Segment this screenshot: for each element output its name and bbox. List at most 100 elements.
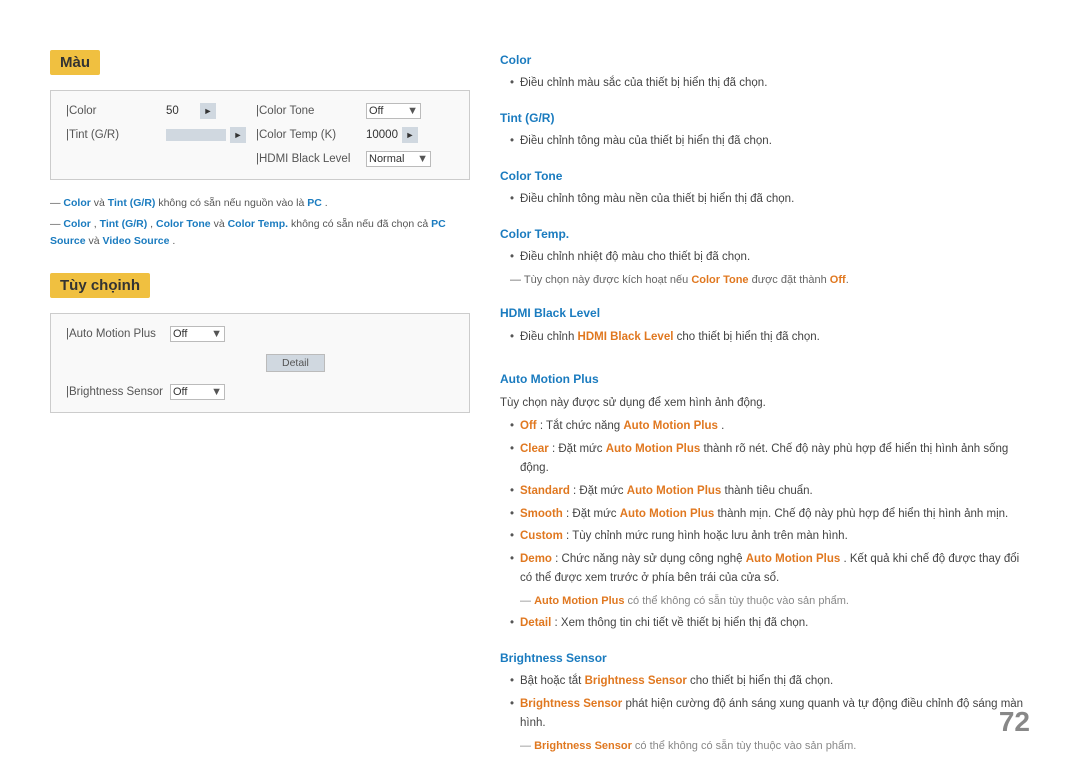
brightness-sensor-arrow: ▼ [211,386,222,398]
note2-color: Color [63,218,90,230]
tint-value-box: ► [166,127,246,143]
tuy-chon-section: Tùy chọinh |Auto Motion Plus Off ▼ Detai… [50,273,470,413]
right-brightness-body: Bật hoặc tắt Brightness Sensor cho thiết… [500,672,1030,755]
note2-temp: Color Temp. [228,218,288,230]
automotion-standard: Standard : Đặt mức Auto Motion Plus thàn… [510,482,1030,502]
tint-bullet: Điều chỉnh tông màu của thiết bị hiển th… [510,132,1030,152]
note2-tone: Color Tone [156,218,211,230]
automotion-off: Off : Tắt chức năng Auto Motion Plus . [510,417,1030,437]
right-hdmi-section: HDMI Black Level Điều chỉnh HDMI Black L… [500,303,1030,347]
mau-section: Màu |Color 50 ► [50,50,470,249]
automotion-clear: Clear : Đặt mức Auto Motion Plus thành r… [510,440,1030,479]
right-color-section: Color Điều chỉnh màu sắc của thiết bị hi… [500,50,1030,94]
tint-row: |Tint (G/R) ► [66,127,246,143]
brightness-list: Bật hoặc tắt Brightness Sensor cho thiết… [500,672,1030,734]
tuy-chon-header: Tùy chọinh [50,273,150,298]
note1-tint: Tint (G/R) [108,197,156,209]
hdmi-black-arrow: ▼ [417,153,428,165]
hdmi-black-row: |HDMI Black Level Normal ▼ [256,151,454,167]
note1-pc: PC [307,197,322,209]
color-tone-row: |Color Tone Off ▼ [256,103,454,119]
right-tint-body: Điều chỉnh tông màu của thiết bị hiển th… [500,132,1030,152]
hdmi-black-value: Normal [369,153,404,165]
hdmi-ref: HDMI Black Level [578,331,674,343]
right-colortemp-title: Color Temp. [500,224,1030,244]
color-tone-dropdown[interactable]: Off ▼ [366,103,421,119]
automotion-list: Off : Tắt chức năng Auto Motion Plus . C… [500,417,1030,588]
mau-notes: — Color và Tint (G/R) không có sẵn nếu n… [50,195,470,249]
automotion-intro: Tùy chọn này được sử dụng để xem hình ản… [500,394,1030,414]
brightness-sensor-row: |Brightness Sensor Off ▼ [66,384,454,400]
color-temp-row: |Color Temp (K) 10000 ► [256,127,454,143]
tuychon-settings-box: |Auto Motion Plus Off ▼ Detail |Brightne… [50,313,470,413]
colortone-ref: Color Tone [691,274,748,286]
colortemp-note: — Tùy chọn này được kích hoạt nếu Color … [500,271,1030,290]
tint-arrow-btn[interactable]: ► [230,127,246,143]
auto-motion-arrow: ▼ [211,328,222,340]
brightness-note: — Brightness Sensor có thể không có sẵn … [500,737,1030,756]
color-arrow-btn[interactable]: ► [200,103,216,119]
color-bullet: Điều chỉnh màu sắc của thiết bị hiển thị… [510,74,1030,94]
brightness-bullet1: Bật hoặc tắt Brightness Sensor cho thiết… [510,672,1030,692]
automotion-smooth: Smooth : Đặt mức Auto Motion Plus thành … [510,505,1030,525]
right-hdmi-title: HDMI Black Level [500,303,1030,323]
color-value-box: 50 ► [166,103,216,119]
right-tint-section: Tint (G/R) Điều chỉnh tông màu của thiết… [500,108,1030,152]
detail-bullet: Detail : Xem thông tin chi tiết về thiết… [510,614,1030,634]
right-hdmi-body: Điều chỉnh HDMI Black Level cho thiết bị… [500,328,1030,348]
color-label: |Color [66,105,166,117]
note2-tint: Tint (G/R) [100,218,148,230]
note-2: — Color , Tint (G/R) , Color Tone và Col… [50,216,470,250]
color-temp-arrow-btn[interactable]: ► [402,127,418,143]
colortone-bullet: Điều chỉnh tông màu nền của thiết bị hiể… [510,190,1030,210]
tint-bar [166,129,226,141]
spacer [500,361,1030,369]
color-temp-value: 10000 [366,129,398,141]
note2-videosource: Video Source [103,235,170,247]
right-color-title: Color [500,50,1030,70]
auto-motion-dropdown[interactable]: Off ▼ [170,326,225,342]
right-automotion-title: Auto Motion Plus [500,369,1030,389]
main-content: Màu |Color 50 ► [50,50,1030,770]
brightness-sensor-label: |Brightness Sensor [66,386,166,398]
detail-button[interactable]: Detail [266,354,325,372]
hdmi-bullet: Điều chỉnh HDMI Black Level cho thiết bị… [510,328,1030,348]
brightness-bullet2: Brightness Sensor phát hiện cường độ ánh… [510,695,1030,734]
auto-motion-label: |Auto Motion Plus [66,328,166,340]
right-colortone-body: Điều chỉnh tông màu nền của thiết bị hiể… [500,190,1030,210]
detail-bullet-list: Detail : Xem thông tin chi tiết về thiết… [500,614,1030,634]
brightness-sensor-value: Off [173,386,187,398]
color-tone-label: |Color Tone [256,105,366,117]
note-1: — Color và Tint (G/R) không có sẵn nếu n… [50,195,470,212]
mau-section-header: Màu [50,50,100,75]
page-container: Màu |Color 50 ► [0,0,1080,763]
right-colortone-section: Color Tone Điều chỉnh tông màu nền của t… [500,166,1030,210]
color-row: |Color 50 ► [66,103,246,119]
right-automotion-body: Tùy chọn này được sử dụng để xem hình ản… [500,394,1030,634]
right-brightness-title: Brightness Sensor [500,648,1030,668]
color-temp-label: |Color Temp (K) [256,129,366,141]
color-value: 50 [166,105,196,117]
color-tone-value: Off [369,105,383,117]
off-ref: Off [830,274,846,286]
right-column: Color Điều chỉnh màu sắc của thiết bị hi… [500,50,1030,770]
hdmi-black-label: |HDMI Black Level [256,153,366,165]
left-column: Màu |Color 50 ► [50,50,470,770]
brightness-sensor-dropdown[interactable]: Off ▼ [170,384,225,400]
automotion-custom: Custom : Tùy chỉnh mức rung hình hoặc lư… [510,527,1030,547]
automotion-note: — Auto Motion Plus có thể không có sẵn t… [500,592,1030,611]
right-tint-title: Tint (G/R) [500,108,1030,128]
hdmi-black-dropdown[interactable]: Normal ▼ [366,151,431,167]
tint-label: |Tint (G/R) [66,129,166,141]
right-automoion-section: Auto Motion Plus Tùy chọn này được sử dụ… [500,369,1030,634]
auto-motion-value: Off [173,328,187,340]
detail-btn-container: Detail [66,350,454,376]
right-brightness-section: Brightness Sensor Bật hoặc tắt Brightnes… [500,648,1030,756]
color-settings-box: |Color 50 ► |Tint (G/R) ► [50,90,470,180]
automotion-demo: Demo : Chức năng này sử dụng công nghệ A… [510,550,1030,589]
right-colortone-title: Color Tone [500,166,1030,186]
page-number: 72 [999,706,1030,738]
color-tone-arrow: ▼ [407,105,418,117]
right-colortemp-body: Điều chỉnh nhiệt độ màu cho thiết bị đã … [500,248,1030,289]
colortemp-bullet: Điều chỉnh nhiệt độ màu cho thiết bị đã … [510,248,1030,268]
